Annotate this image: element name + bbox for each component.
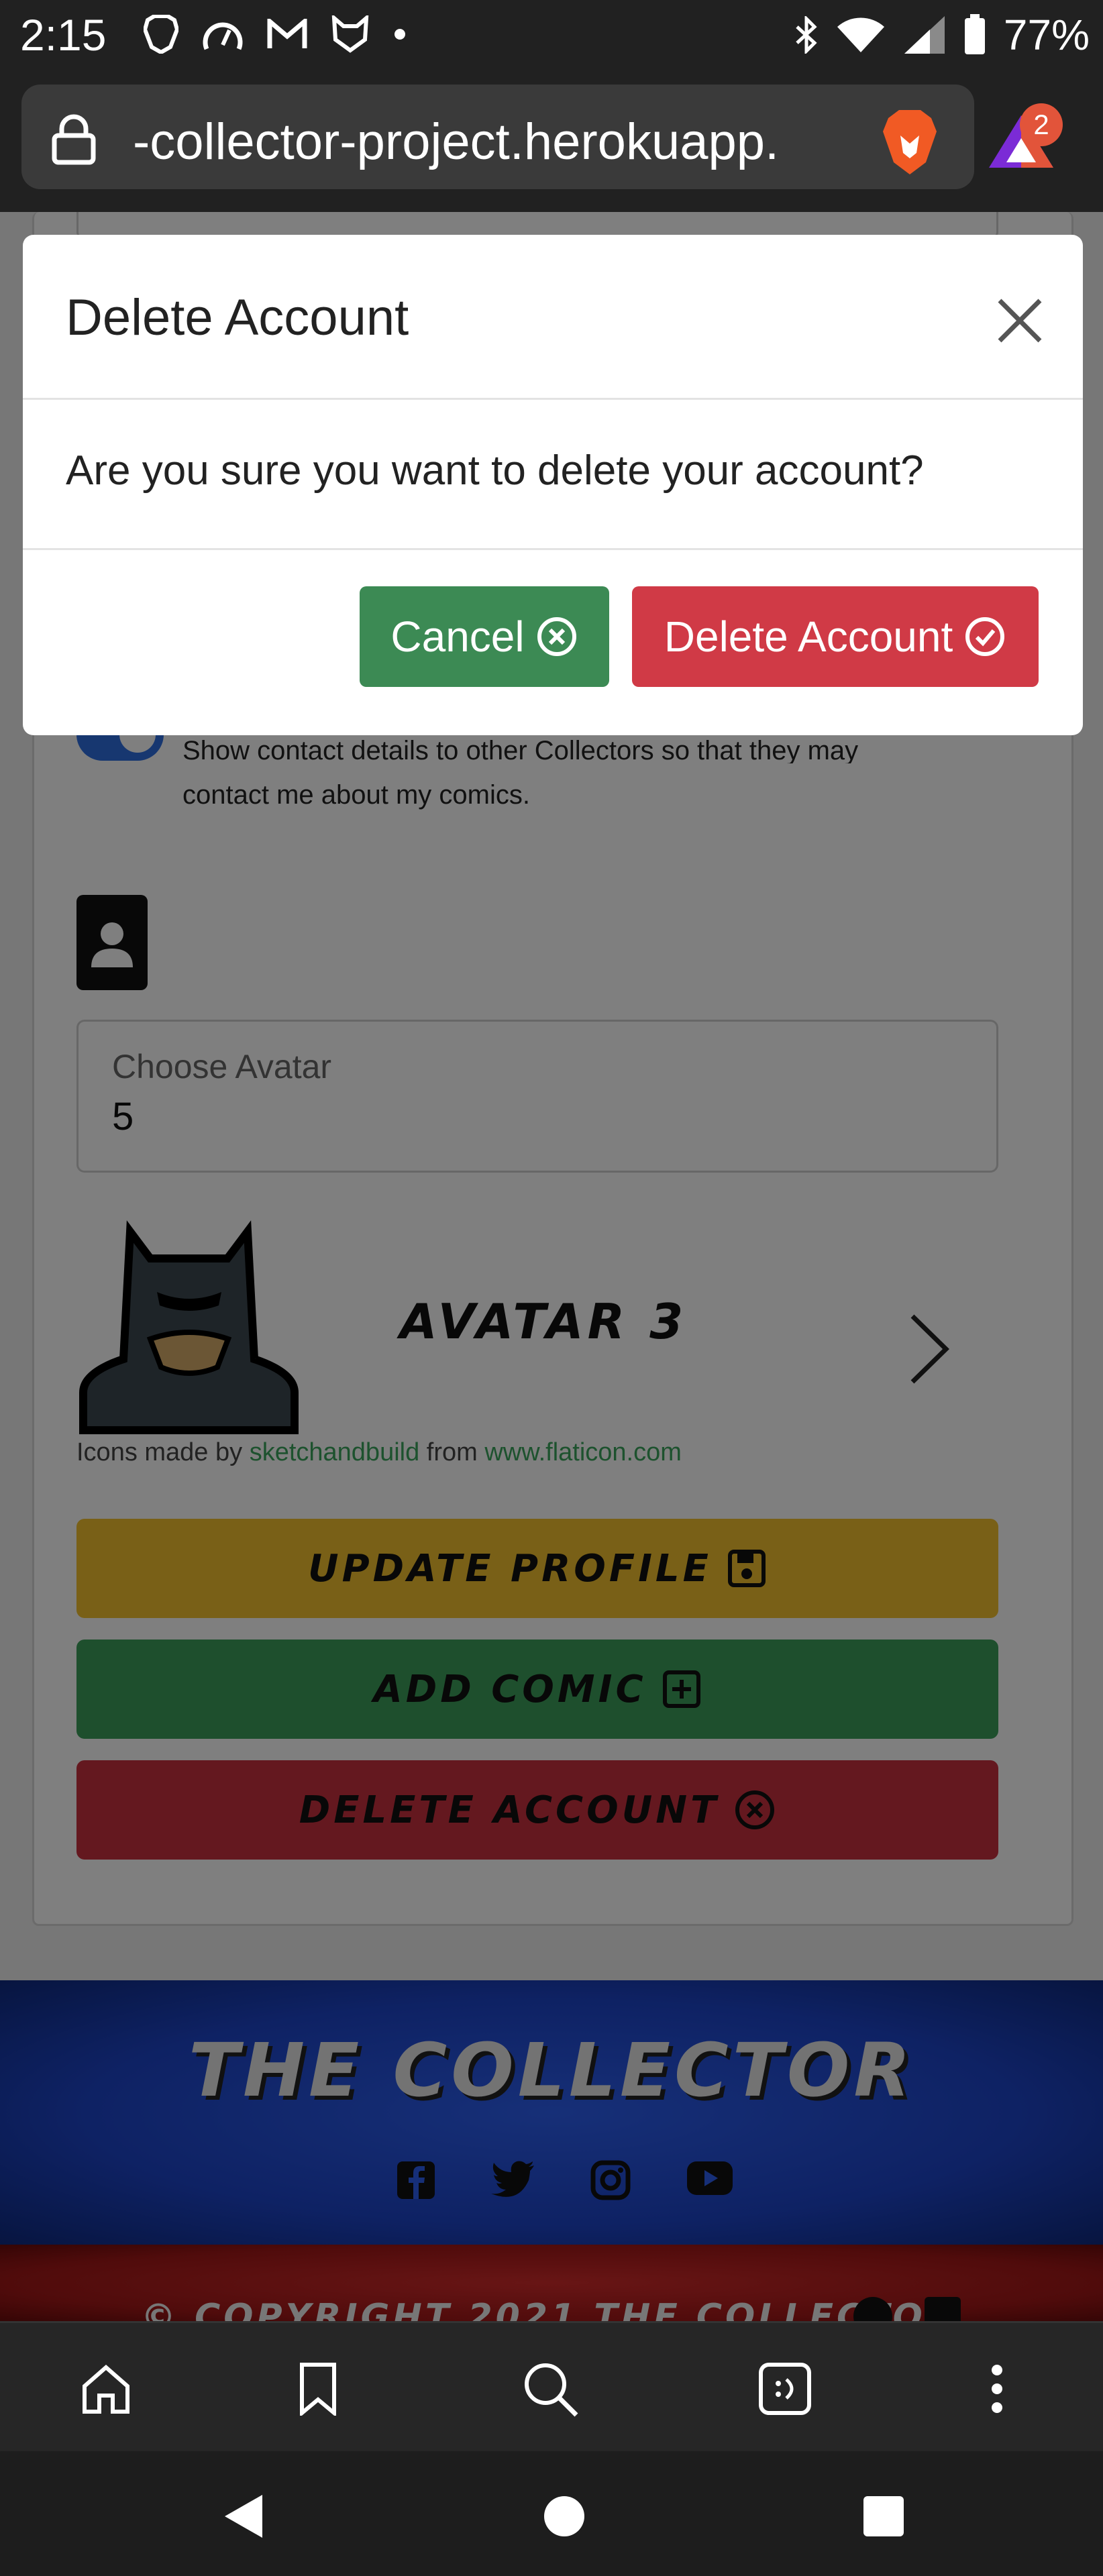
address-bar[interactable]: -collector-project.herokuapp. (21, 85, 974, 189)
home-nav-button[interactable] (534, 2486, 594, 2546)
recents-button[interactable] (853, 2486, 914, 2546)
rewards-badge: 2 (1020, 103, 1063, 146)
tabs-icon (759, 2363, 811, 2415)
cancel-label: Cancel (390, 612, 525, 661)
square-recents-icon (863, 2496, 904, 2536)
status-time: 2:15 (20, 10, 107, 60)
confirm-delete-button[interactable]: Delete Account (632, 586, 1039, 687)
cat-icon (331, 15, 369, 53)
cancel-button[interactable]: Cancel (360, 586, 609, 687)
modal-body: Are you sure you want to delete your acc… (23, 400, 1083, 550)
bookmarks-button[interactable] (284, 2355, 352, 2422)
status-system-icons: 77% (794, 8, 1090, 62)
search-button[interactable] (517, 2355, 584, 2422)
gmail-icon (267, 19, 307, 48)
battery-icon (964, 14, 985, 54)
circle-home-icon (544, 2496, 584, 2536)
back-button[interactable] (213, 2486, 274, 2546)
dot-icon (395, 29, 405, 40)
delete-account-modal: Delete Account Are you sure you want to … (23, 235, 1083, 735)
confirm-delete-label: Delete Account (664, 612, 953, 661)
speedometer-icon (203, 22, 243, 50)
back-icon (225, 2495, 262, 2538)
menu-button[interactable] (963, 2355, 1031, 2422)
modal-title: Delete Account (66, 289, 409, 346)
more-vertical-icon (992, 2365, 1002, 2413)
signal-icon (904, 16, 945, 54)
browser-toolbar (0, 2321, 1103, 2451)
close-icon[interactable] (986, 287, 1053, 354)
android-nav-bar (0, 2451, 1103, 2576)
home-button[interactable] (72, 2355, 140, 2422)
search-icon (525, 2363, 578, 2417)
url-text[interactable]: -collector-project.herokuapp. (133, 113, 857, 171)
status-bar: 2:15 77% (0, 0, 1103, 74)
modal-footer: Cancel Delete Account (23, 550, 1083, 735)
bookmark-icon (300, 2363, 336, 2416)
modal-message: Are you sure you want to delete your acc… (66, 447, 924, 494)
bluetooth-icon (796, 16, 817, 54)
status-notification-icons (144, 11, 407, 58)
x-circle-icon (537, 617, 576, 656)
brave-lion-icon (144, 15, 178, 54)
wifi-icon (837, 17, 884, 52)
home-icon (83, 2365, 129, 2414)
lock-icon[interactable] (51, 114, 97, 165)
brave-shields-icon[interactable] (882, 109, 938, 176)
browser-header: -collector-project.herokuapp. 2 (0, 74, 1103, 212)
check-circle-icon (965, 617, 1005, 656)
tabs-button[interactable] (751, 2355, 819, 2422)
battery-level: 77% (1003, 11, 1090, 59)
modal-header: Delete Account (23, 235, 1083, 400)
